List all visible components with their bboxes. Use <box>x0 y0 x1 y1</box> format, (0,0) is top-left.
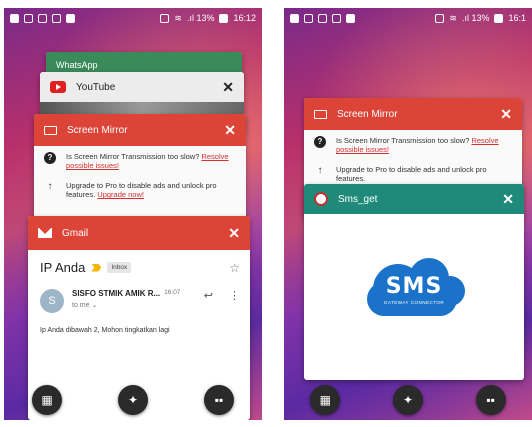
youtube-icon <box>50 81 66 93</box>
email-time: 16:07 <box>164 289 181 296</box>
card-title: WhatsApp <box>56 60 98 70</box>
sender-row: S SISFO STMIK AMIK R... 16:07 to me ⌄ ↩ … <box>28 281 250 317</box>
sender-name: SISFO STMIK AMIK R... <box>72 289 161 298</box>
list-item: ↑ Upgrade to Pro to disable ads and unlo… <box>34 175 246 204</box>
facebook-icon <box>304 13 313 23</box>
recipient: to me <box>72 302 90 309</box>
sms-get-app-icon <box>314 192 328 206</box>
apps-icon[interactable]: ▪▪ <box>204 385 234 415</box>
facebook-icon <box>24 13 33 23</box>
card-title: Screen Mirror <box>337 108 398 120</box>
status-bar: ≋ .ıl 13% 16:1 <box>284 8 532 28</box>
logo-subtext: GATEWAY CONNECTOR <box>383 300 445 305</box>
card-header: Screen Mirror ✕ <box>34 114 246 146</box>
card-header: Screen Mirror ✕ <box>304 98 522 130</box>
more-vert-icon[interactable]: ⋮ <box>229 289 240 302</box>
close-icon[interactable]: ✕ <box>502 192 514 206</box>
list-item: ? Is Screen Mirror Transmission too slow… <box>304 130 522 159</box>
clock: 16:1 <box>508 13 526 23</box>
email-subject: IP Anda <box>40 260 86 275</box>
screen-mirror-icon <box>44 125 57 135</box>
screen-mirror-icon <box>314 109 327 119</box>
card-header: Sms_get ✕ <box>304 184 524 214</box>
whatsapp-icon <box>318 13 327 23</box>
label-badge: Inbox <box>107 262 132 273</box>
alarm-icon <box>160 13 170 23</box>
notification-icon <box>290 13 299 23</box>
avatar: S <box>40 289 64 313</box>
help-icon: ? <box>314 136 326 148</box>
card-title: YouTube <box>76 81 116 93</box>
arrow-up-icon: ↑ <box>317 164 323 176</box>
close-icon[interactable]: ✕ <box>500 107 512 121</box>
close-icon[interactable]: ✕ <box>222 80 234 94</box>
star-icon[interactable]: ☆ <box>229 261 240 275</box>
shield-icon <box>52 13 61 23</box>
email-subject-row: IP Anda Inbox ☆ <box>28 250 250 281</box>
card-title: Sms_get <box>338 193 378 205</box>
gmail-icon <box>38 228 52 238</box>
recent-app-card-sms-get[interactable]: Sms_get ✕ SMS GATEWAY CONNECTOR <box>304 184 524 380</box>
clock: 16:12 <box>233 13 256 23</box>
clean-icon[interactable]: ✦ <box>392 385 423 415</box>
signal-battery: .ıl 13% <box>461 13 490 23</box>
wifi-icon: ≋ <box>174 12 182 23</box>
gallery-settings-icon[interactable]: ▦ <box>310 385 341 415</box>
important-icon <box>91 263 102 272</box>
reply-icon[interactable]: ↩ <box>204 289 213 302</box>
card-header: YouTube ✕ <box>40 72 244 102</box>
clean-icon[interactable]: ✦ <box>118 385 148 415</box>
left-screen: ≋ .ıl 13% 16:12 WhatsApp YouTube ✕ Scree… <box>4 8 262 420</box>
file-icon <box>346 13 355 23</box>
upgrade-link[interactable]: Upgrade now! <box>97 190 144 199</box>
card-title: Screen Mirror <box>67 124 128 136</box>
apps-icon[interactable]: ▪▪ <box>475 385 506 415</box>
logo-text: SMS <box>385 274 443 299</box>
card-title: Gmail <box>62 227 89 239</box>
help-icon: ? <box>44 152 56 164</box>
battery-icon <box>494 13 504 23</box>
alarm-icon <box>435 13 445 23</box>
close-icon[interactable]: ✕ <box>228 226 240 240</box>
recents-toolbar: ▦ ✦ ▪▪ <box>4 384 262 416</box>
whatsapp-icon <box>38 13 47 23</box>
recents-toolbar: ▦ ✦ ▪▪ <box>284 384 532 416</box>
email-body: Ip Anda dibawah 2, Mohon tingkatkan lagi <box>40 327 170 334</box>
recent-app-card-screen-mirror[interactable]: Screen Mirror ✕ ? Is Screen Mirror Trans… <box>34 114 246 229</box>
file-icon <box>66 13 75 23</box>
chevron-down-icon[interactable]: ⌄ <box>91 302 97 309</box>
notification-icon <box>10 13 19 23</box>
wifi-icon: ≋ <box>449 12 457 23</box>
arrow-up-icon: ↑ <box>47 180 53 192</box>
card-header: Gmail ✕ <box>28 216 250 250</box>
battery-icon <box>219 13 229 23</box>
list-item: ? Is Screen Mirror Transmission too slow… <box>34 146 246 175</box>
right-screen: ≋ .ıl 13% 16:1 Screen Mirror ✕ ? Is Scre… <box>284 8 532 420</box>
close-icon[interactable]: ✕ <box>224 123 236 137</box>
signal-battery: .ıl 13% <box>186 13 215 23</box>
status-bar: ≋ .ıl 13% 16:12 <box>4 8 262 28</box>
gallery-settings-icon[interactable]: ▦ <box>32 385 62 415</box>
sms-gateway-logo: SMS GATEWAY CONNECTOR <box>359 254 469 318</box>
shield-icon <box>332 13 341 23</box>
